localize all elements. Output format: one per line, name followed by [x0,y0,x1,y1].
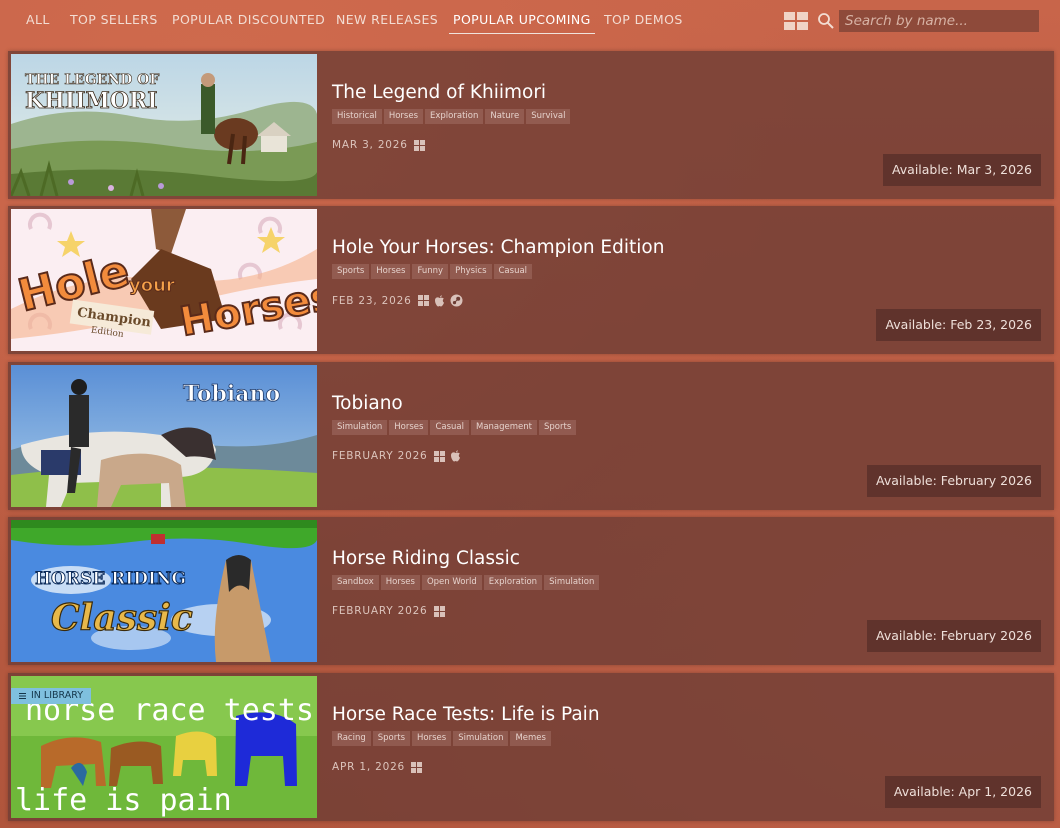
windows-icon [413,139,425,151]
svg-text:KHIIMORI: KHIIMORI [25,88,158,114]
windows-icon [433,450,445,462]
library-icon [19,693,26,699]
grid-view-icon[interactable] [784,12,808,30]
tab-all[interactable]: ALL [26,10,50,34]
tag-list: Historical Horses Exploration Nature Sur… [332,109,571,124]
tab-popular-discounted[interactable]: POPULAR DISCOUNTED [172,10,325,34]
tag-list: Simulation Horses Casual Management Spor… [332,420,577,435]
tag-list: Sandbox Horses Open World Exploration Si… [332,575,600,590]
game-capsule-image[interactable]: HORSE RIDING Classic [11,520,317,662]
tag-list: Racing Sports Horses Simulation Memes [332,731,551,746]
tag[interactable]: Horses [383,109,424,124]
game-title[interactable]: Hole Your Horses: Champion Edition [332,237,664,258]
svg-text:your: your [129,275,175,296]
game-title[interactable]: Tobiano [332,393,403,414]
tag[interactable]: Sports [539,420,577,435]
release-date: FEBRUARY 2026 [332,450,428,462]
svg-text:life is pain: life is pain [15,783,232,818]
search-icon[interactable] [817,12,835,30]
tab-top-demos[interactable]: TOP DEMOS [604,10,683,34]
tag[interactable]: Simulation [453,731,509,746]
tab-new-releases[interactable]: NEW RELEASES [336,10,438,34]
windows-icon [433,605,445,617]
release-date: FEB 23, 2026 [332,294,412,307]
tag[interactable]: Exploration [425,109,484,124]
tag[interactable]: Casual [430,420,469,435]
tag[interactable]: Sports [372,731,410,746]
tag[interactable]: Survival [526,109,571,124]
windows-icon [411,761,423,773]
svg-text:THE LEGEND OF: THE LEGEND OF [25,72,159,88]
category-tabs: ALL TOP SELLERS POPULAR DISCOUNTED NEW R… [0,0,1060,44]
tag[interactable]: Horses [389,420,429,435]
in-library-label: IN LIBRARY [31,690,84,701]
availability-badge: Available: February 2026 [867,620,1041,652]
tag[interactable]: Management [471,420,537,435]
game-row-hole-your-horses[interactable]: Hole your Horses Champion Edition Hole Y… [8,206,1054,354]
steam-icon [450,294,463,307]
apple-icon [450,450,460,462]
tag[interactable]: Simulation [332,420,388,435]
apple-icon [434,294,444,306]
tag[interactable]: Horses [380,575,420,590]
tag[interactable]: Casual [493,264,533,279]
game-title[interactable]: Horse Riding Classic [332,548,520,569]
tag[interactable]: Historical [332,109,382,124]
tag[interactable]: Racing [332,731,371,746]
game-capsule-image[interactable]: Tobiano [11,365,317,507]
tag[interactable]: Memes [510,731,551,746]
tag[interactable]: Physics [450,264,492,279]
tab-top-sellers[interactable]: TOP SELLERS [70,10,158,34]
tag[interactable]: Sandbox [332,575,379,590]
release-date: APR 1, 2026 [332,761,406,773]
windows-icon [417,295,429,306]
game-capsule-image[interactable]: horse race tests life is pain IN LIBRARY [11,676,317,818]
availability-badge: Available: Feb 23, 2026 [876,309,1041,341]
game-title[interactable]: The Legend of Khiimori [332,82,546,103]
tag[interactable]: Horses [371,264,411,279]
tag[interactable]: Sports [332,264,370,279]
tag[interactable]: Horses [412,731,452,746]
svg-text:HORSE RIDING: HORSE RIDING [35,569,186,589]
tag[interactable]: Nature [485,109,525,124]
game-capsule-image[interactable]: THE LEGEND OF KHIIMORI [11,54,317,196]
release-date: FEBRUARY 2026 [332,605,428,617]
availability-badge: Available: Mar 3, 2026 [882,154,1041,186]
tag[interactable]: Funny [412,264,449,279]
game-row-tobiano[interactable]: Tobiano Tobiano Simulation Horses Casual… [8,362,1054,510]
game-row-horse-race-tests[interactable]: horse race tests life is pain IN LIBRARY… [8,673,1054,821]
tab-popular-upcoming[interactable]: POPULAR UPCOMING [449,10,595,34]
in-library-badge: IN LIBRARY [11,688,92,704]
svg-text:Tobiano: Tobiano [183,381,280,407]
availability-badge: Available: February 2026 [867,465,1041,497]
svg-text:Classic: Classic [51,597,193,639]
tag[interactable]: Simulation [544,575,600,590]
search-input[interactable] [839,10,1039,32]
game-row-khiimori[interactable]: THE LEGEND OF KHIIMORI The Legend of Khi… [8,51,1054,199]
release-date: MAR 3, 2026 [332,139,408,151]
game-row-horse-riding-classic[interactable]: HORSE RIDING Classic Horse Riding Classi… [8,517,1054,665]
tag-list: Sports Horses Funny Physics Casual [332,264,533,279]
tag[interactable]: Open World [421,575,482,590]
game-title[interactable]: Horse Race Tests: Life is Pain [332,704,600,725]
game-capsule-image[interactable]: Hole your Horses Champion Edition [11,209,317,351]
tag[interactable]: Exploration [483,575,543,590]
availability-badge: Available: Apr 1, 2026 [884,776,1041,808]
